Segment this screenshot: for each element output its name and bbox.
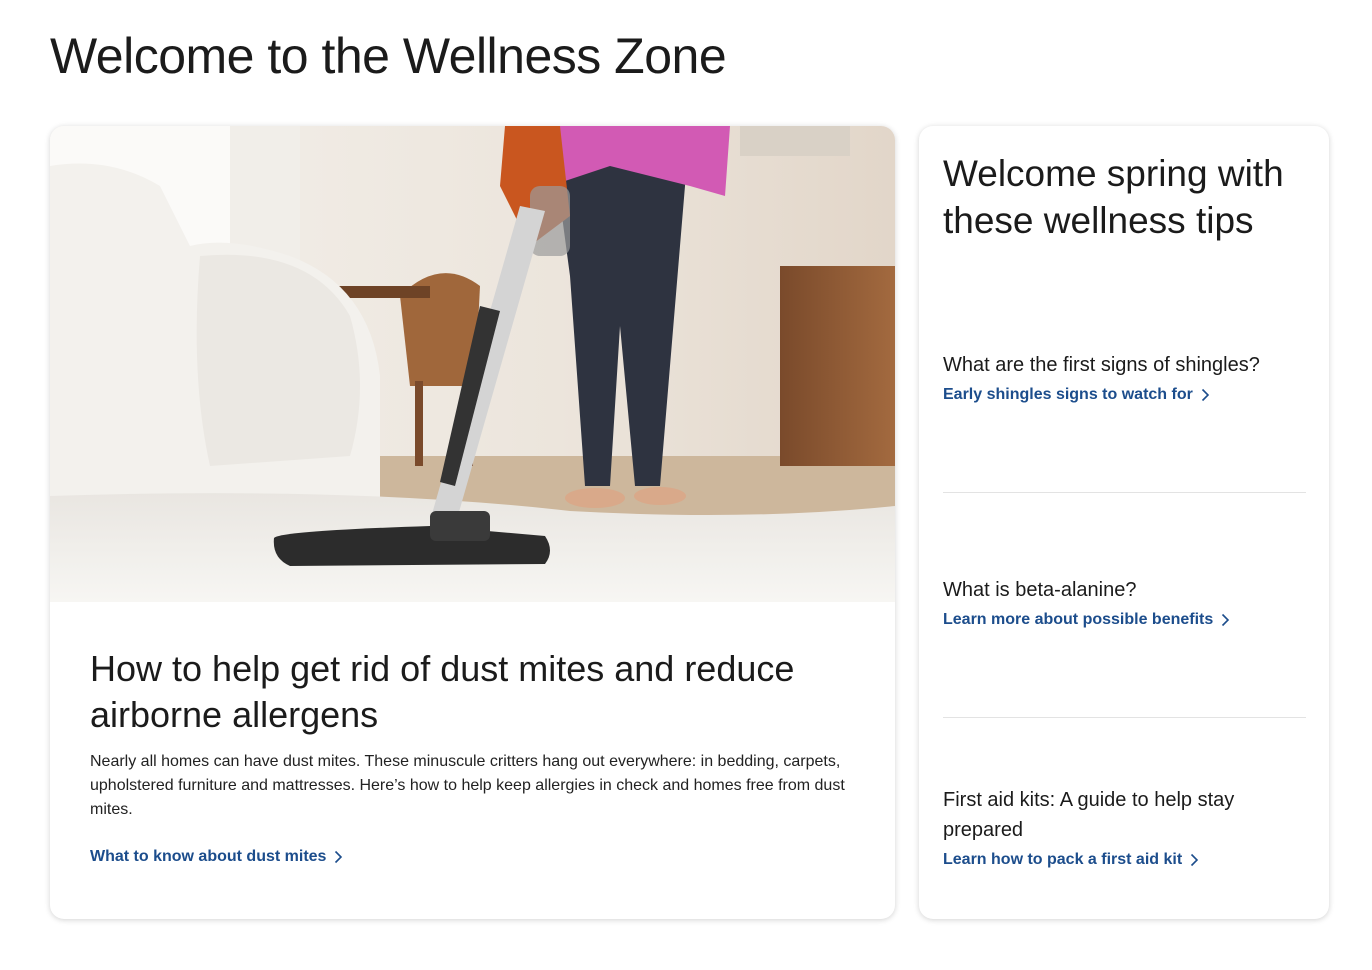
chevron-right-icon (1191, 853, 1199, 867)
divider (943, 492, 1306, 493)
hero-image (50, 126, 895, 602)
divider (943, 717, 1306, 718)
shingles-link-label: Early shingles signs to watch for (943, 386, 1193, 403)
chevron-right-icon (1222, 613, 1230, 627)
chevron-right-icon (1201, 388, 1209, 402)
tip-item-beta-alanine: What is beta-alanine? Learn more about p… (943, 575, 1306, 629)
chevron-right-icon (335, 850, 343, 864)
feature-body: How to help get rid of dust mites and re… (90, 646, 860, 822)
feature-title[interactable]: How to help get rid of dust mites and re… (90, 646, 860, 738)
tip-question: What is beta-alanine? (943, 579, 1137, 601)
first-aid-link-label: Learn how to pack a first aid kit (943, 851, 1183, 868)
first-aid-link[interactable]: Learn how to pack a first aid kit (943, 851, 1199, 869)
dust-mites-link-label: What to know about dust mites (90, 848, 327, 865)
tip-item-first-aid: First aid kits: A guide to help stay pre… (943, 785, 1306, 869)
wellness-tips-card: Welcome spring with these wellness tips … (919, 126, 1329, 919)
wellness-tips-title: Welcome spring with these wellness tips (943, 153, 1284, 241)
beta-alanine-link[interactable]: Learn more about possible benefits (943, 611, 1230, 629)
shingles-link[interactable]: Early shingles signs to watch for (943, 386, 1210, 404)
tip-item-shingles: What are the first signs of shingles? Ea… (943, 350, 1306, 404)
dust-mites-link[interactable]: What to know about dust mites (90, 848, 343, 866)
tip-question: What are the first signs of shingles? (943, 354, 1260, 376)
page-title: Welcome to the Wellness Zone (50, 28, 727, 84)
feature-description: Nearly all homes can have dust mites. Th… (90, 753, 845, 818)
tip-question: First aid kits: A guide to help stay pre… (943, 789, 1235, 841)
beta-alanine-link-label: Learn more about possible benefits (943, 611, 1214, 628)
feature-card[interactable]: How to help get rid of dust mites and re… (50, 126, 895, 919)
